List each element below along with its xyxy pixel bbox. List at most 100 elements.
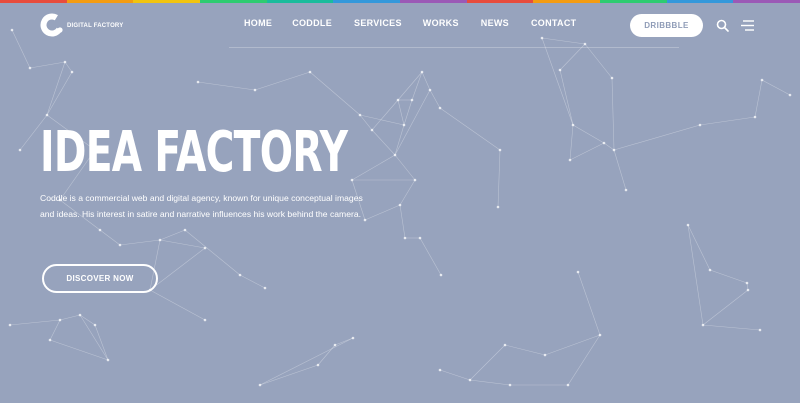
network-node (402, 123, 406, 127)
network-node (253, 88, 257, 92)
network-node (398, 203, 402, 207)
network-line (544, 334, 601, 356)
network-node (418, 236, 422, 240)
network-node (701, 323, 705, 327)
logo-c-icon (40, 13, 64, 37)
nav-item-works[interactable]: WORKS (423, 18, 459, 28)
logo[interactable]: DIGITAL FACTORY (40, 13, 123, 37)
network-line (239, 274, 266, 289)
network-line (159, 229, 186, 241)
network-line (394, 154, 416, 181)
network-node (438, 106, 442, 110)
network-line (469, 379, 511, 386)
network-node (746, 288, 750, 292)
network-node (358, 113, 362, 117)
network-line (702, 289, 749, 326)
network-line (613, 124, 701, 151)
network-line (572, 124, 605, 144)
network-line (394, 124, 405, 156)
network-line (403, 99, 413, 126)
network-node (576, 270, 580, 274)
network-node (543, 353, 547, 357)
network-line (371, 99, 399, 131)
network-node (158, 238, 162, 242)
network-line (79, 314, 109, 361)
network-node (420, 70, 424, 74)
network-node (610, 76, 614, 80)
network-line (754, 79, 763, 118)
network-node (558, 68, 562, 72)
network-line (79, 314, 96, 326)
network-line (397, 71, 423, 101)
hero-title: IDEA FACTORY (40, 120, 348, 185)
nav-item-contact[interactable]: CONTACT (531, 18, 576, 28)
nav-item-news[interactable]: NEWS (481, 18, 509, 28)
network-node (370, 128, 374, 132)
network-node (258, 383, 262, 387)
network-node (708, 268, 712, 272)
network-line (569, 124, 574, 161)
hamburger-menu-icon[interactable] (740, 19, 755, 32)
network-node (438, 368, 442, 372)
network-node (571, 123, 575, 127)
network-node (351, 336, 355, 340)
network-node (468, 378, 472, 382)
network-line (577, 271, 601, 336)
network-node (333, 343, 337, 347)
network-node (203, 318, 207, 322)
network-line (197, 81, 256, 91)
network-node (263, 286, 267, 290)
network-line (611, 77, 615, 151)
network-line (399, 179, 416, 206)
discover-now-button[interactable]: DISCOVER NOW (42, 264, 158, 293)
network-node (58, 318, 62, 322)
network-node (316, 363, 320, 367)
dribbble-button[interactable]: DRIBBBLE (630, 14, 703, 37)
network-node (598, 333, 602, 337)
network-node (393, 153, 397, 157)
network-node (439, 273, 443, 277)
network-node (308, 70, 312, 74)
network-node (758, 328, 762, 332)
nav-item-services[interactable]: SERVICES (354, 18, 402, 28)
network-line (149, 247, 206, 291)
network-line (699, 116, 756, 126)
network-node (396, 98, 400, 102)
network-line (119, 239, 161, 246)
network-node (503, 343, 507, 347)
network-line (497, 149, 501, 208)
main-nav: HOME CODDLE SERVICES WORKS NEWS CONTACT (244, 18, 576, 28)
network-node (78, 313, 82, 317)
network-line (567, 334, 601, 386)
network-node (183, 228, 187, 232)
search-icon[interactable] (716, 19, 729, 32)
network-line (309, 71, 361, 116)
network-node (410, 98, 414, 102)
network-node (118, 243, 122, 247)
network-line (254, 71, 311, 91)
network-line (439, 369, 471, 381)
network-line (64, 61, 73, 73)
network-node (63, 60, 67, 64)
network-line (371, 129, 396, 156)
network-line (99, 229, 121, 246)
network-node (238, 273, 242, 277)
network-node (788, 93, 792, 97)
network-node (624, 188, 628, 192)
network-node (203, 246, 207, 250)
network-line (439, 107, 501, 151)
network-line (29, 61, 66, 69)
logo-text: DIGITAL FACTORY (67, 23, 124, 29)
network-node (106, 358, 110, 362)
network-line (469, 344, 506, 381)
network-line (429, 89, 441, 109)
network-line (421, 71, 431, 91)
network-line (761, 79, 791, 96)
network-line (419, 237, 442, 276)
network-node (28, 66, 32, 70)
network-line (559, 69, 574, 126)
network-line (49, 319, 61, 341)
nav-item-coddle[interactable]: CODDLE (292, 18, 332, 28)
network-node (745, 281, 749, 285)
nav-item-home[interactable]: HOME (244, 18, 272, 28)
